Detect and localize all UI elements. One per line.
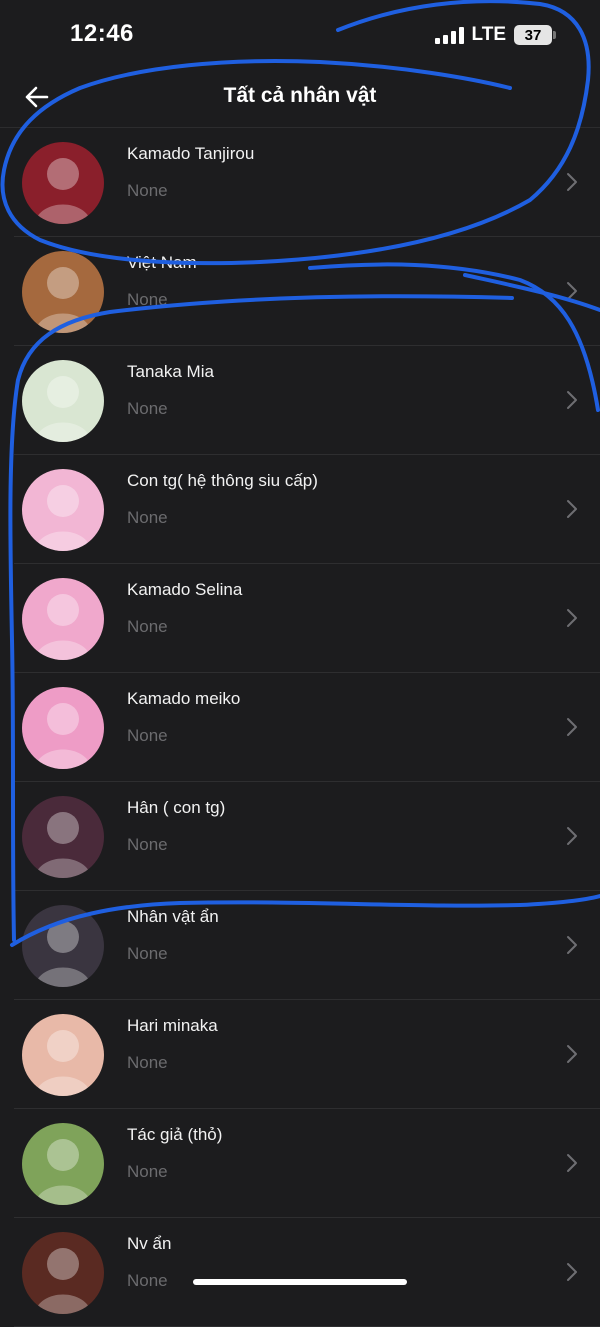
character-name: Kamado Selina xyxy=(127,580,243,599)
character-description: None xyxy=(127,399,168,418)
character-description: None xyxy=(127,1053,168,1072)
avatar xyxy=(22,1232,104,1314)
character-name: Kamado Tanjirou xyxy=(127,144,255,163)
avatar xyxy=(22,360,104,442)
character-name: Nv ẩn xyxy=(127,1234,172,1253)
chevron-right-icon xyxy=(567,391,577,409)
network-type: LTE xyxy=(471,24,506,45)
home-indicator xyxy=(193,1279,407,1285)
character-row[interactable]: Tanaka Mia None xyxy=(0,346,600,455)
character-list: Kamado Tanjirou None Việt Nam None Tanaka Mi… xyxy=(0,128,600,1327)
character-description: None xyxy=(127,835,168,854)
character-name: Việt Nam xyxy=(127,253,197,272)
avatar xyxy=(22,1014,104,1096)
character-description: None xyxy=(127,617,168,636)
character-row[interactable]: Nhân vật ẩn None xyxy=(0,891,600,1000)
avatar xyxy=(22,687,104,769)
character-description: None xyxy=(127,508,168,527)
page-title: Tất cả nhân vật xyxy=(223,84,377,107)
chevron-right-icon xyxy=(567,827,577,845)
character-name: Tanaka Mia xyxy=(127,362,214,381)
avatar xyxy=(22,578,104,660)
character-description: None xyxy=(127,726,168,745)
chevron-right-icon xyxy=(567,1045,577,1063)
character-row[interactable]: Tác giả (thỏ) None xyxy=(0,1109,600,1218)
signal-icon xyxy=(434,26,464,44)
character-row[interactable]: Hân ( con tg) None xyxy=(0,782,600,891)
character-row[interactable]: Kamado Selina None xyxy=(0,564,600,673)
chevron-right-icon xyxy=(567,718,577,736)
avatar xyxy=(22,142,104,224)
chevron-right-icon xyxy=(567,609,577,627)
chevron-right-icon xyxy=(567,282,577,300)
character-name: Hân ( con tg) xyxy=(127,798,226,817)
character-description: None xyxy=(127,944,168,963)
battery-level: 37 xyxy=(524,26,542,44)
character-name: Nhân vật ẩn xyxy=(127,907,219,926)
character-description: None xyxy=(127,290,168,309)
character-row[interactable]: Kamado meiko None xyxy=(0,673,600,782)
character-name: Con tg( hệ thông siu cấp) xyxy=(127,471,318,490)
status-bar: 12:46 LTE 37 xyxy=(0,0,600,70)
character-row[interactable]: Hari minaka None xyxy=(0,1000,600,1109)
character-name: Hari minaka xyxy=(127,1016,218,1035)
status-time: 12:46 xyxy=(70,20,134,47)
character-name: Tác giả (thỏ) xyxy=(127,1125,223,1144)
avatar xyxy=(22,796,104,878)
chevron-right-icon xyxy=(567,1154,577,1172)
character-row[interactable]: Con tg( hệ thông siu cấp) None xyxy=(0,455,600,564)
status-indicators: LTE 37 xyxy=(434,24,556,46)
character-row[interactable]: Kamado Tanjirou None xyxy=(0,128,600,237)
character-description: None xyxy=(127,1271,168,1290)
nav-bar: Tất cả nhân vật xyxy=(0,70,600,128)
character-name: Kamado meiko xyxy=(127,689,241,708)
character-row[interactable]: Nv ẩn None xyxy=(0,1218,600,1327)
chevron-right-icon xyxy=(567,173,577,191)
character-description: None xyxy=(127,1162,168,1181)
chevron-right-icon xyxy=(567,1263,577,1281)
avatar xyxy=(22,251,104,333)
character-row[interactable]: Việt Nam None xyxy=(0,237,600,346)
avatar xyxy=(22,1123,104,1205)
chevron-right-icon xyxy=(567,500,577,518)
avatar xyxy=(22,469,104,551)
character-description: None xyxy=(127,181,168,200)
battery-icon: 37 xyxy=(514,25,556,45)
avatar xyxy=(22,905,104,987)
chevron-right-icon xyxy=(567,936,577,954)
